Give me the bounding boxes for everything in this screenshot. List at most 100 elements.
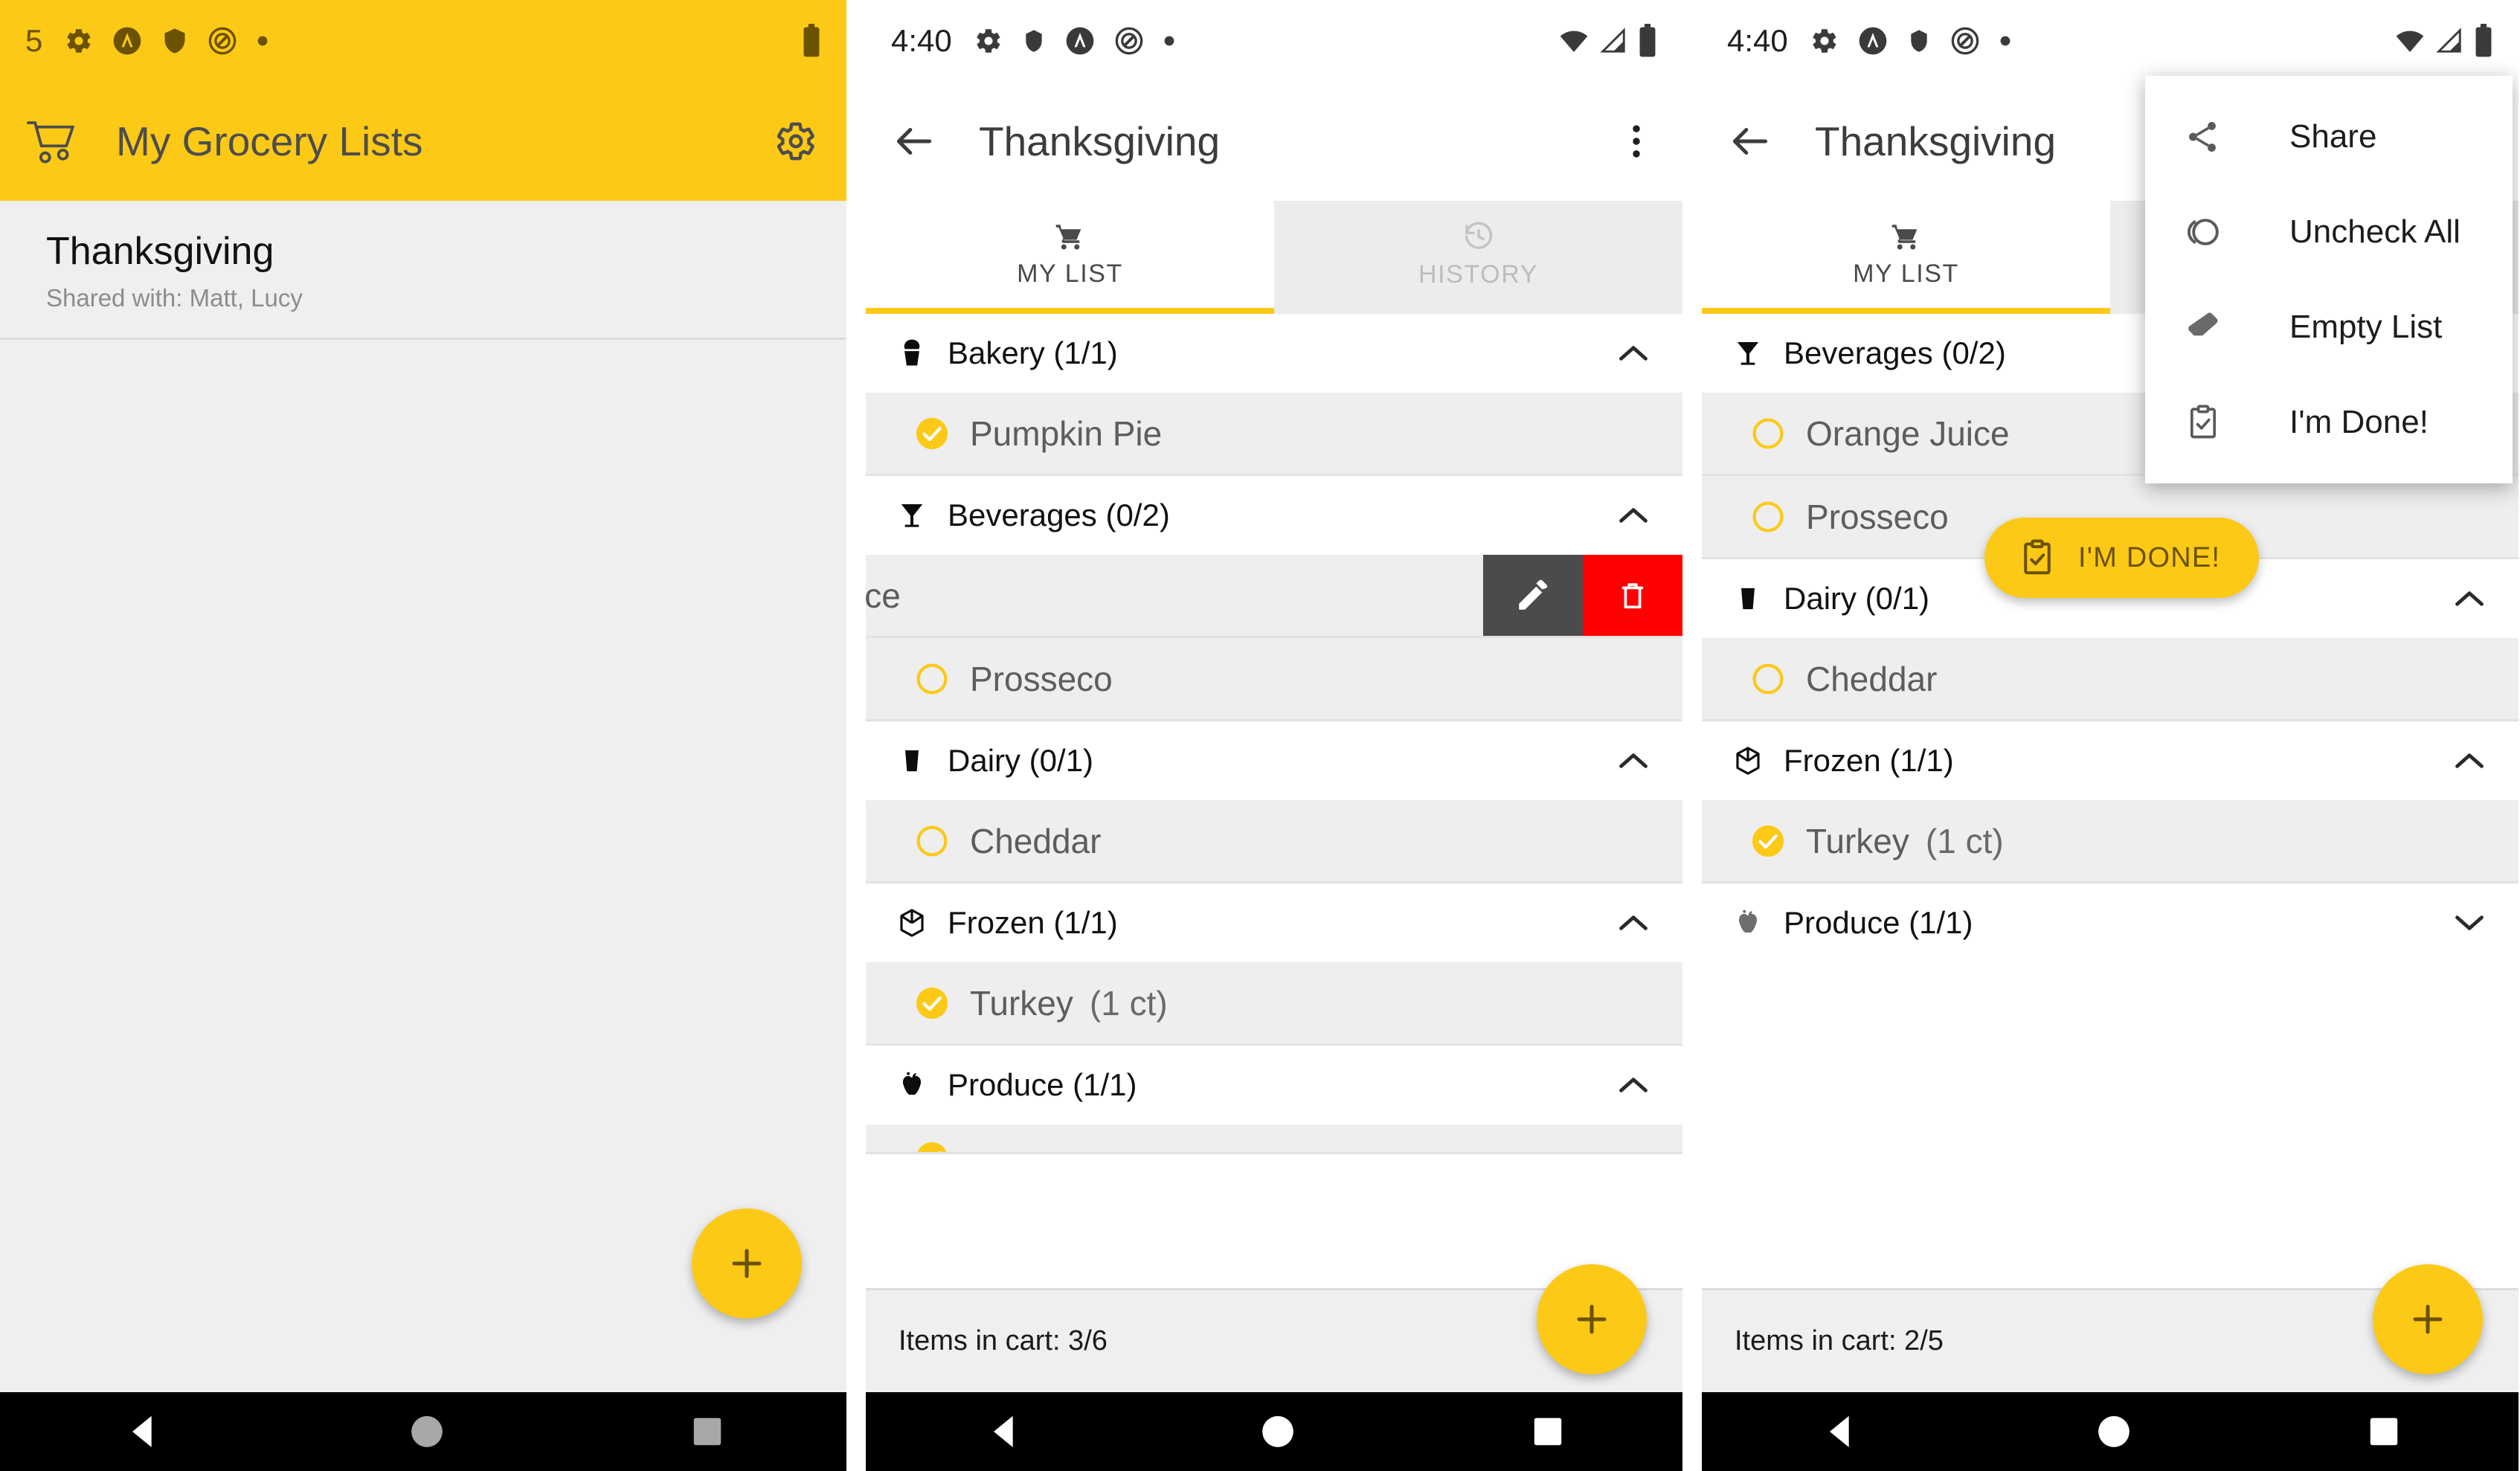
menu-item-label: Share [2289, 118, 2377, 155]
item-row[interactable]: Pumpkin Pie [866, 393, 1682, 476]
unchecked-circle-icon[interactable] [1751, 500, 1785, 534]
unchecked-circle-icon[interactable] [1751, 416, 1785, 451]
back-triangle-icon[interactable] [983, 1411, 1025, 1452]
items-in-cart-count: Items in cart: 2/5 [1735, 1325, 1944, 1356]
chevron-up-icon[interactable] [2453, 588, 2486, 610]
back-arrow-icon[interactable] [891, 118, 937, 164]
im-done-label: I'M DONE! [2078, 541, 2221, 573]
gear-icon[interactable] [775, 120, 817, 162]
category-header[interactable]: Frozen (1/1) [1702, 721, 2519, 800]
quiet-mode-icon [1950, 26, 1980, 56]
item-row[interactable]: Cheddar [866, 800, 1682, 883]
category-header[interactable]: Produce (1/1) [866, 1046, 1682, 1124]
gear-icon [1810, 27, 1839, 55]
overflow-menu[interactable]: Share Uncheck All Empty List I'm Done! [2145, 76, 2513, 483]
category-header[interactable]: Frozen (1/1) [866, 883, 1682, 962]
page-title: Thanksgiving [1815, 118, 2057, 164]
recents-square-icon[interactable] [2367, 1414, 2401, 1449]
menu-item-uncheck-all[interactable]: Uncheck All [2145, 184, 2513, 280]
gear-icon [974, 27, 1003, 55]
unchecked-circle-icon[interactable] [915, 824, 949, 858]
unchecked-circle-icon[interactable] [915, 662, 949, 696]
list-item[interactable]: Thanksgiving Shared with: Matt, Lucy [0, 201, 846, 340]
status-clock: 5 [25, 23, 43, 58]
delete-item-button[interactable] [1583, 555, 1682, 636]
more-vert-icon[interactable] [1620, 121, 1653, 161]
recents-square-icon[interactable] [690, 1414, 724, 1449]
checked-circle-icon[interactable] [1751, 824, 1785, 858]
back-triangle-icon[interactable] [1819, 1411, 1861, 1452]
tab-history[interactable]: HISTORY [1274, 201, 1682, 314]
a-circle-icon [112, 26, 142, 56]
category-header[interactable]: Produce (1/1) [1702, 883, 2519, 962]
item-row[interactable]: Prosseco [866, 638, 1682, 721]
chevron-up-icon[interactable] [1617, 912, 1650, 934]
category-header[interactable]: Beverages (0/2) [866, 476, 1682, 555]
item-row[interactable]: Turkey (1 ct) [1702, 800, 2519, 883]
checked-circle-icon[interactable] [915, 1141, 949, 1152]
chevron-down-icon[interactable] [2453, 912, 2486, 934]
wifi-icon [1559, 26, 1589, 56]
item-name: Turkey [970, 983, 1073, 1023]
back-arrow-icon[interactable] [1727, 118, 1773, 164]
menu-item-label: Empty List [2289, 309, 2443, 345]
quiet-mode-icon [1114, 26, 1144, 56]
back-triangle-icon[interactable] [122, 1411, 164, 1452]
quiet-mode-icon [208, 26, 237, 56]
menu-item-empty-list[interactable]: Empty List [2145, 280, 2513, 375]
shopping-cart-icon [1054, 221, 1087, 252]
item-row-swiped[interactable]: ice [866, 555, 1682, 638]
item-row-clipped[interactable] [866, 1124, 1682, 1154]
chevron-up-icon[interactable] [1617, 504, 1650, 527]
battery-icon [2474, 24, 2493, 58]
frozen-cube-icon [1727, 744, 1769, 778]
category-label: Bakery (1/1) [948, 335, 1118, 370]
chevron-up-icon[interactable] [2453, 750, 2486, 772]
item-name: Prosseco [970, 659, 1113, 698]
add-list-fab[interactable] [692, 1208, 802, 1319]
signal-icon [2435, 27, 2463, 55]
battery-icon [802, 24, 821, 58]
tab-my-list[interactable]: MY LIST [866, 201, 1274, 314]
unchecked-circle-icon[interactable] [1751, 662, 1785, 696]
category-header[interactable]: Dairy (0/1) [866, 721, 1682, 800]
plus-icon [2406, 1298, 2449, 1341]
frozen-cube-icon [891, 906, 933, 940]
chevron-up-icon[interactable] [1617, 342, 1650, 364]
home-circle-icon[interactable] [2095, 1413, 2132, 1450]
tab-label: HISTORY [1418, 260, 1539, 289]
milk-glass-icon [1727, 582, 1769, 616]
home-circle-icon[interactable] [1259, 1413, 1296, 1450]
a-circle-icon [1065, 26, 1095, 56]
checked-circle-icon[interactable] [915, 416, 949, 451]
category-label: Frozen (1/1) [948, 905, 1118, 940]
status-bar-panel2: 4:40 [866, 0, 1682, 82]
im-done-button[interactable]: I'M DONE! [1984, 518, 2260, 598]
recents-square-icon[interactable] [1531, 1414, 1565, 1449]
category-header[interactable]: Bakery (1/1) [866, 314, 1682, 393]
item-name: Orange Juice [1806, 413, 2010, 453]
android-nav-bar-panel2 [866, 1392, 1682, 1471]
page-title: Thanksgiving [979, 118, 1221, 164]
chevron-up-icon[interactable] [1617, 1074, 1650, 1096]
category-label: Dairy (0/1) [1784, 581, 1930, 616]
three-panel-screenshot: 5 My Grocery Lists Thanksgiving Shared w… [0, 0, 2520, 1471]
menu-item-label: I'm Done! [2289, 404, 2429, 440]
category-label: Beverages (0/2) [1784, 335, 2006, 370]
status-clock: 4:40 [891, 23, 952, 58]
menu-item-label: Uncheck All [2289, 213, 2460, 250]
checked-circle-icon[interactable] [915, 986, 949, 1020]
add-item-fab[interactable] [2373, 1264, 2483, 1374]
status-clock: 4:40 [1727, 23, 1788, 58]
item-row[interactable]: Cheddar [1702, 638, 2519, 721]
chevron-up-icon[interactable] [1617, 750, 1650, 772]
tab-my-list[interactable]: MY LIST [1702, 201, 2110, 314]
dot-icon [1999, 35, 2011, 47]
menu-item-share[interactable]: Share [2145, 89, 2513, 184]
edit-item-button[interactable] [1483, 555, 1583, 636]
home-circle-icon[interactable] [408, 1413, 446, 1450]
add-item-fab[interactable] [1537, 1264, 1647, 1374]
item-row[interactable]: Turkey (1 ct) [866, 962, 1682, 1046]
menu-item-im-done[interactable]: I'm Done! [2145, 375, 2513, 470]
milk-glass-icon [891, 744, 933, 778]
